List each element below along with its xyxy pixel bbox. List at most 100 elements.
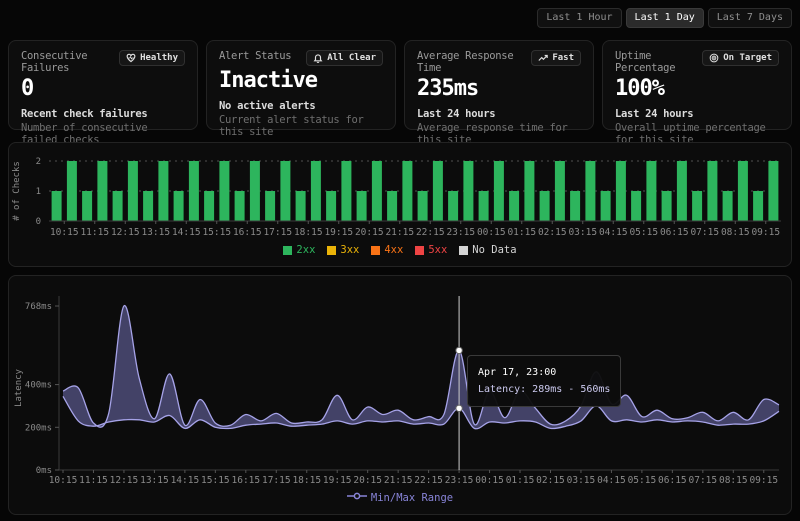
legend-item-no-data[interactable]: No Data: [459, 244, 516, 256]
checks-chart-panel: 012# of Checks10:1511:1512:1513:1514:151…: [8, 142, 792, 267]
svg-text:22:15: 22:15: [416, 227, 445, 238]
legend-label: No Data: [472, 244, 516, 256]
svg-text:01:15: 01:15: [507, 227, 536, 238]
svg-text:07:15: 07:15: [689, 475, 718, 486]
target-icon: [709, 53, 719, 63]
legend-swatch-5xx: [415, 246, 424, 255]
card-title: Uptime Percentage: [615, 50, 702, 74]
svg-text:13:15: 13:15: [140, 475, 169, 486]
time-range-last-1-hour[interactable]: Last 1 Hour: [537, 8, 621, 28]
legend-label: 5xx: [428, 244, 447, 256]
card-title: Average Response Time: [417, 50, 531, 74]
svg-text:13:15: 13:15: [141, 227, 170, 238]
legend-label: Min/Max Range: [371, 492, 453, 504]
bell-icon: [313, 53, 323, 63]
latency-area-chart[interactable]: 0ms200ms400ms768msLatency10:1511:1512:15…: [9, 282, 789, 490]
svg-text:12:15: 12:15: [111, 227, 140, 238]
svg-text:09:15: 09:15: [751, 227, 780, 238]
status-badge-fast: Fast: [531, 50, 581, 66]
trending-up-icon: [538, 53, 548, 63]
svg-text:03:15: 03:15: [567, 475, 596, 486]
svg-text:18:15: 18:15: [292, 475, 321, 486]
card-consecutive-failures: Consecutive Failures Healthy 0 Recent ch…: [8, 40, 198, 130]
stat-cards: Consecutive Failures Healthy 0 Recent ch…: [0, 40, 800, 130]
svg-text:19:15: 19:15: [323, 475, 352, 486]
svg-text:14:15: 14:15: [172, 227, 201, 238]
svg-text:12:15: 12:15: [110, 475, 139, 486]
svg-text:23:15: 23:15: [445, 475, 474, 486]
svg-text:22:15: 22:15: [414, 475, 443, 486]
heart-pulse-icon: [126, 53, 136, 63]
svg-text:20:15: 20:15: [355, 227, 384, 238]
svg-text:21:15: 21:15: [384, 475, 413, 486]
card-subtitle: Last 24 hours: [417, 108, 581, 120]
legend-swatch-4xx: [371, 246, 380, 255]
svg-text:07:15: 07:15: [690, 227, 719, 238]
card-value: 100%: [615, 76, 779, 101]
legend-label: 3xx: [340, 244, 359, 256]
svg-text:Latency: Latency: [14, 368, 24, 407]
card-subtitle: Last 24 hours: [615, 108, 779, 120]
svg-text:15:15: 15:15: [201, 475, 230, 486]
svg-text:17:15: 17:15: [263, 227, 292, 238]
tooltip-value: Latency: 289ms - 560ms: [478, 381, 610, 398]
svg-text:15:15: 15:15: [202, 227, 231, 238]
svg-text:17:15: 17:15: [262, 475, 291, 486]
svg-text:16:15: 16:15: [233, 227, 262, 238]
time-range-last-1-day[interactable]: Last 1 Day: [626, 8, 704, 28]
checks-bar-chart[interactable]: 012# of Checks10:1511:1512:1513:1514:151…: [9, 149, 789, 243]
svg-text:06:15: 06:15: [658, 475, 687, 486]
card-value: Inactive: [219, 68, 383, 93]
legend-item-4xx[interactable]: 4xx: [371, 244, 403, 256]
svg-text:1: 1: [36, 187, 41, 197]
svg-text:16:15: 16:15: [232, 475, 261, 486]
svg-text:08:15: 08:15: [719, 475, 748, 486]
line-marker-icon: [347, 491, 367, 504]
card-uptime-percentage: Uptime Percentage On Target 100% Last 24…: [602, 40, 792, 130]
card-subtitle: No active alerts: [219, 100, 383, 112]
svg-text:01:15: 01:15: [506, 475, 535, 486]
svg-text:02:15: 02:15: [538, 227, 567, 238]
svg-text:04:15: 04:15: [597, 475, 626, 486]
svg-text:00:15: 00:15: [475, 475, 504, 486]
svg-text:2: 2: [36, 157, 41, 167]
tooltip-title: Apr 17, 23:00: [478, 364, 610, 381]
latency-tooltip: Apr 17, 23:00 Latency: 289ms - 560ms: [467, 355, 621, 407]
svg-text:18:15: 18:15: [294, 227, 323, 238]
svg-text:21:15: 21:15: [385, 227, 414, 238]
badge-label: On Target: [723, 53, 772, 63]
svg-text:0: 0: [36, 217, 41, 227]
status-badge-all-clear: All Clear: [306, 50, 383, 66]
card-title: Alert Status: [219, 50, 291, 62]
card-alert-status: Alert Status All Clear Inactive No activ…: [206, 40, 396, 130]
legend-item-3xx[interactable]: 3xx: [327, 244, 359, 256]
legend-item-5xx[interactable]: 5xx: [415, 244, 447, 256]
card-subtitle: Recent check failures: [21, 108, 185, 120]
card-average-response-time: Average Response Time Fast 235ms Last 24…: [404, 40, 594, 130]
svg-text:19:15: 19:15: [324, 227, 353, 238]
svg-text:05:15: 05:15: [628, 475, 657, 486]
legend-item-min-max-range[interactable]: Min/Max Range: [347, 491, 453, 504]
svg-text:10:15: 10:15: [50, 227, 79, 238]
svg-text:00:15: 00:15: [477, 227, 506, 238]
legend-swatch-2xx: [283, 246, 292, 255]
svg-text:10:15: 10:15: [49, 475, 78, 486]
card-value: 0: [21, 76, 185, 101]
legend-swatch-no-data: [459, 246, 468, 255]
legend-item-2xx[interactable]: 2xx: [283, 244, 315, 256]
card-value: 235ms: [417, 76, 581, 101]
legend-label: 4xx: [384, 244, 403, 256]
badge-label: All Clear: [327, 53, 376, 63]
time-range-selector: Last 1 Hour Last 1 Day Last 7 Days: [0, 0, 800, 40]
svg-text:# of Checks: # of Checks: [12, 161, 22, 221]
legend-swatch-3xx: [327, 246, 336, 255]
svg-text:200ms: 200ms: [25, 423, 52, 433]
status-badge-healthy: Healthy: [119, 50, 185, 66]
svg-text:06:15: 06:15: [660, 227, 689, 238]
badge-label: Healthy: [140, 53, 178, 63]
svg-text:08:15: 08:15: [721, 227, 750, 238]
legend-label: 2xx: [296, 244, 315, 256]
time-range-last-7-days[interactable]: Last 7 Days: [708, 8, 792, 28]
latency-chart-panel: 0ms200ms400ms768msLatency10:1511:1512:15…: [8, 275, 792, 515]
svg-text:04:15: 04:15: [599, 227, 628, 238]
